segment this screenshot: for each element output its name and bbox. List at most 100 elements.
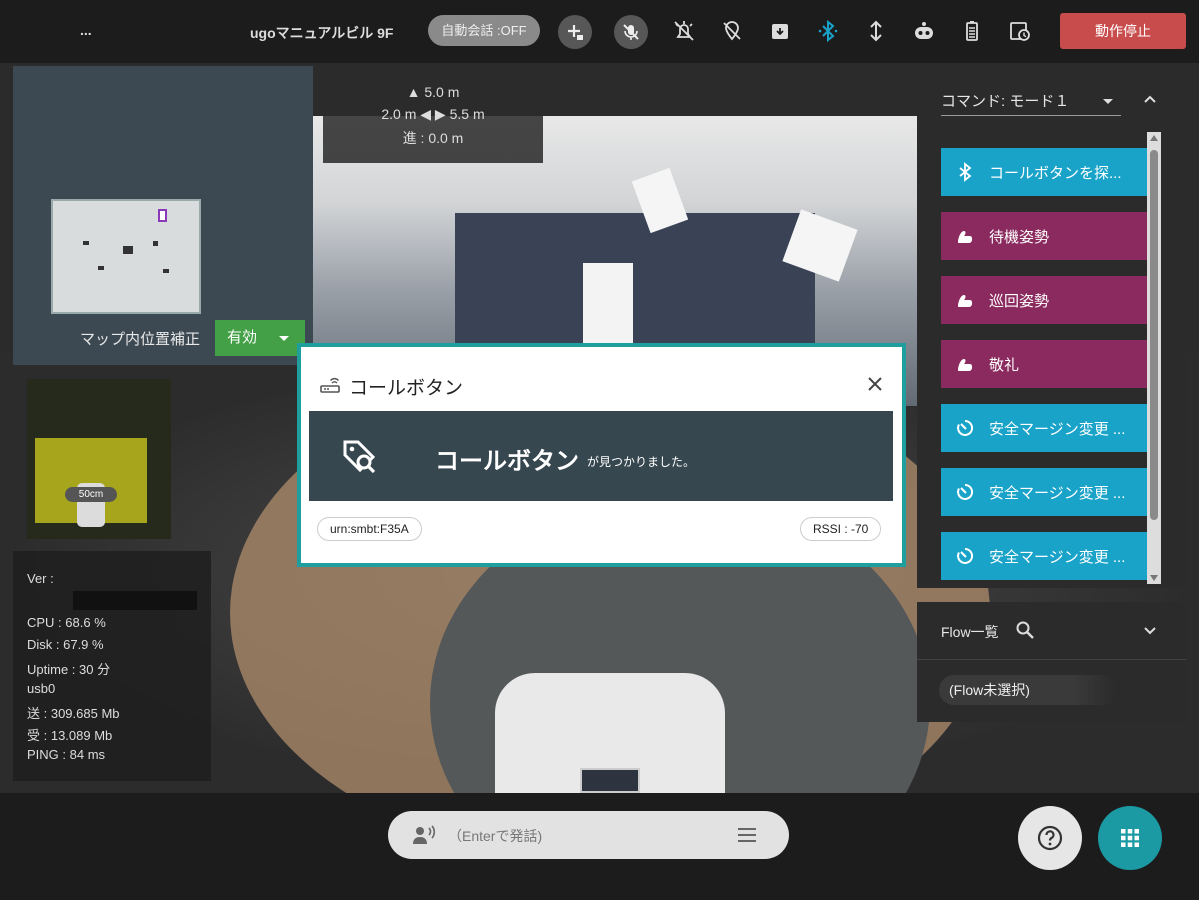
command-button-safety-margin-2[interactable]: 安全マージン変更 ... — [941, 468, 1147, 516]
distance-front: ▲ 5.0 m — [406, 84, 460, 100]
robot-button[interactable] — [911, 17, 937, 45]
banner-sub-text: が見つかりました。 — [587, 455, 696, 469]
alarm-off-icon — [674, 21, 694, 41]
top-bar: ... ugoマニュアルビル 9F 自動会話 :OFF 動作停止 — [0, 0, 1199, 63]
battery-button[interactable] — [959, 17, 985, 45]
scroll-up-arrow[interactable] — [1150, 135, 1158, 141]
scroll-thumb[interactable] — [1150, 150, 1158, 520]
stat-sent: 送 : 309.685 Mb — [27, 706, 120, 721]
add-lock-icon — [568, 25, 583, 40]
map-correction-select[interactable]: 有効 — [215, 320, 305, 356]
command-button-label: 安全マージン変更 ... — [989, 548, 1126, 566]
caret-down-icon — [279, 336, 289, 341]
chevron-down-icon — [1144, 627, 1156, 635]
history-button[interactable] — [1007, 17, 1033, 45]
help-icon — [1037, 825, 1063, 851]
distance-sides: 2.0 m ◀ ▶ 5.5 m — [381, 106, 485, 122]
map-correction-value: 有効 — [227, 329, 258, 346]
command-button-label: 敬礼 — [989, 356, 1020, 374]
expand-flow-button[interactable] — [1142, 623, 1158, 639]
archive-button[interactable] — [767, 17, 793, 45]
command-button-search-call[interactable]: コールボタンを探... — [941, 148, 1147, 196]
add-lock-button[interactable] — [558, 15, 592, 49]
stats-panel: Ver : CPU : 68.6 % Disk : 67.9 % Uptime … — [13, 551, 211, 781]
robot-name: ugoマニュアルビル 9F — [250, 25, 394, 41]
rssi-chip: RSSI : -70 — [800, 517, 882, 541]
auto-talk-toggle[interactable]: 自動会話 :OFF — [428, 15, 540, 46]
command-scrollbar[interactable] — [1147, 132, 1161, 584]
collapse-command-button[interactable] — [1142, 91, 1158, 107]
speech-input[interactable]: （Enterで発話) — [388, 811, 789, 859]
router-icon — [320, 377, 340, 393]
arm-icon — [958, 231, 973, 243]
app-grid-button[interactable] — [1098, 806, 1162, 870]
flow-panel: Flow一覧 (Flow未選択) — [917, 602, 1186, 722]
stat-recv: 受 : 13.089 Mb — [27, 728, 113, 743]
location-off-button[interactable] — [719, 17, 745, 45]
command-button-label: 安全マージン変更 ... — [989, 420, 1126, 438]
bluetooth-icon — [818, 19, 838, 43]
arm-icon — [958, 359, 973, 371]
arm-icon — [958, 295, 973, 307]
timer-icon — [957, 419, 974, 436]
proximity-sensor-view: 50cm — [27, 379, 171, 539]
stat-ping: PING : 84 ms — [27, 747, 106, 762]
command-button-safety-margin-1[interactable]: 安全マージン変更 ... — [941, 404, 1147, 452]
dialog-banner: コールボタン が見つかりました。 — [309, 411, 893, 501]
banner-main-text: コールボタン — [435, 448, 579, 475]
chevron-up-icon — [1144, 95, 1156, 103]
menu-button[interactable]: ... — [80, 22, 92, 38]
command-button-patrol[interactable]: 巡回姿勢 — [941, 276, 1147, 324]
command-button-label: 安全マージン変更 ... — [989, 484, 1126, 502]
flow-selected-chip[interactable]: (Flow未選択) — [939, 675, 1117, 705]
timer-icon — [957, 483, 974, 500]
stat-uptime: Uptime : 30 分 — [27, 662, 111, 677]
stat-cpu: CPU : 68.6 % — [27, 615, 106, 630]
location-off-icon — [723, 21, 741, 41]
flow-search-button[interactable] — [1015, 620, 1035, 645]
map-correction-label: マップ内位置補正 — [80, 331, 201, 348]
command-button-label: コールボタンを探... — [989, 164, 1122, 182]
sensor-scale: 50cm — [65, 487, 117, 502]
command-mode-select[interactable]: コマンド: モード１ — [941, 90, 1121, 116]
speech-placeholder: （Enterで発話) — [448, 828, 543, 844]
menu-icon[interactable] — [737, 827, 757, 843]
search-icon — [1016, 621, 1034, 639]
stop-button[interactable]: 動作停止 — [1060, 13, 1186, 49]
distance-advance: 進 : 0.0 m — [402, 130, 464, 146]
command-button-salute[interactable]: 敬礼 — [941, 340, 1147, 388]
mic-off-button[interactable] — [614, 15, 648, 49]
call-button-dialog: コールボタン コールボタン が見つかりました。 urn:smbt:F35A RS… — [297, 343, 906, 567]
device-id-chip: urn:smbt:F35A — [317, 517, 422, 541]
command-mode-label: コマンド: モード１ — [941, 93, 1070, 110]
map-floor — [51, 199, 201, 314]
grid-icon — [1121, 829, 1139, 847]
robot-icon — [915, 22, 933, 39]
mic-off-icon — [623, 24, 639, 40]
history-icon — [1010, 22, 1030, 41]
command-button-label: 巡回姿勢 — [989, 292, 1050, 310]
close-icon[interactable] — [867, 376, 883, 392]
scroll-down-arrow[interactable] — [1150, 575, 1158, 581]
command-button-label: 待機姿勢 — [989, 228, 1050, 246]
stat-disk: Disk : 67.9 % — [27, 637, 104, 652]
height-icon — [870, 20, 882, 42]
battery-icon — [966, 21, 978, 41]
alarm-off-button[interactable] — [671, 17, 697, 45]
command-button-standby[interactable]: 待機姿勢 — [941, 212, 1147, 260]
stat-ver: Ver : — [27, 571, 54, 586]
bluetooth-button[interactable] — [815, 17, 841, 45]
height-button[interactable] — [863, 17, 889, 45]
bluetooth-icon — [959, 162, 972, 182]
dialog-title: コールボタン — [349, 378, 464, 399]
speaker-icon — [413, 825, 436, 844]
help-button[interactable] — [1018, 806, 1082, 870]
command-button-safety-margin-3[interactable]: 安全マージン変更 ... — [941, 532, 1147, 580]
command-panel: コマンド: モード１ コールボタンを探... 待機姿勢 巡回姿勢 敬礼 安全マー… — [917, 68, 1186, 588]
flow-title: Flow一覧 — [941, 624, 999, 640]
tag-search-icon — [343, 440, 376, 474]
map-robot-marker — [158, 209, 167, 222]
timer-icon — [957, 547, 974, 564]
archive-down-icon — [772, 24, 788, 39]
stat-iface: usb0 — [27, 681, 56, 696]
